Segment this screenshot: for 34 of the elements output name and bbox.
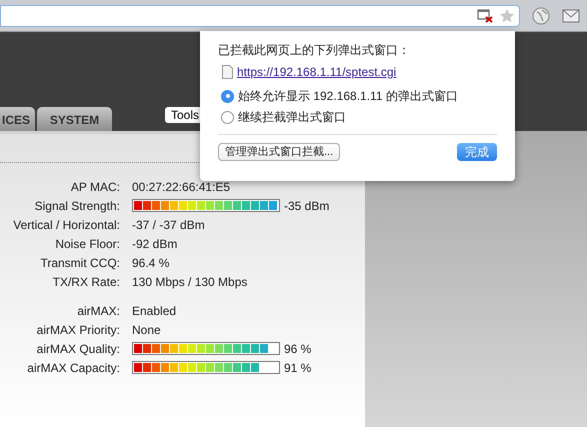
star-icon[interactable]: [499, 8, 515, 24]
field-label: airMAX Quality:: [36, 340, 120, 358]
popup-heading: 已拦截此网页上的下列弹出式窗口：: [218, 42, 411, 59]
field-label: AP MAC:: [70, 178, 120, 196]
nav-tab[interactable]: SYSTEM: [37, 107, 112, 131]
field-value: 00:27:22:66:41:E5: [132, 178, 230, 196]
field-label: airMAX Priority:: [36, 322, 120, 338]
field-label: Signal Strength:: [34, 198, 120, 214]
popup-link[interactable]: https://192.168.1.11/sptest.cgi: [237, 63, 396, 81]
radio-button[interactable]: [221, 90, 234, 102]
radio-button[interactable]: [221, 110, 234, 124]
radio-label[interactable]: 始终允许显示 192.168.1.11 的弹出式窗口: [238, 87, 458, 105]
field-label: TX/RX Rate:: [52, 274, 120, 290]
document-icon: [222, 65, 233, 79]
field-value: -92 dBm: [132, 236, 178, 252]
meter-reading: -35 dBm: [284, 198, 330, 214]
radio-label[interactable]: 继续拦截弹出式窗口: [238, 108, 346, 126]
field-value: -37 / -37 dBm: [132, 216, 205, 234]
field-label: airMAX:: [76, 302, 120, 320]
field-value: None: [132, 322, 161, 338]
field-label: airMAX Capacity:: [26, 360, 120, 376]
field-label: Vertical / Horizontal:: [12, 216, 120, 234]
nav-tab[interactable]: ICES: [0, 107, 35, 131]
popup-blocked-icon[interactable]: [477, 8, 493, 22]
field-label: Noise Floor:: [54, 236, 120, 252]
manage-popups-button[interactable]: 管理弹出式窗口拦截...: [218, 143, 340, 161]
meter-reading: 91 %: [284, 360, 312, 376]
globe-icon[interactable]: [532, 6, 550, 24]
field-value: 130 Mbps / 130 Mbps: [132, 274, 248, 290]
field-label: Transmit CCQ:: [39, 254, 120, 272]
mail-icon[interactable]: [562, 8, 580, 24]
field-value: Enabled: [132, 302, 176, 320]
field-value: 96.4 %: [132, 254, 170, 272]
meter-reading: 96 %: [284, 340, 312, 358]
